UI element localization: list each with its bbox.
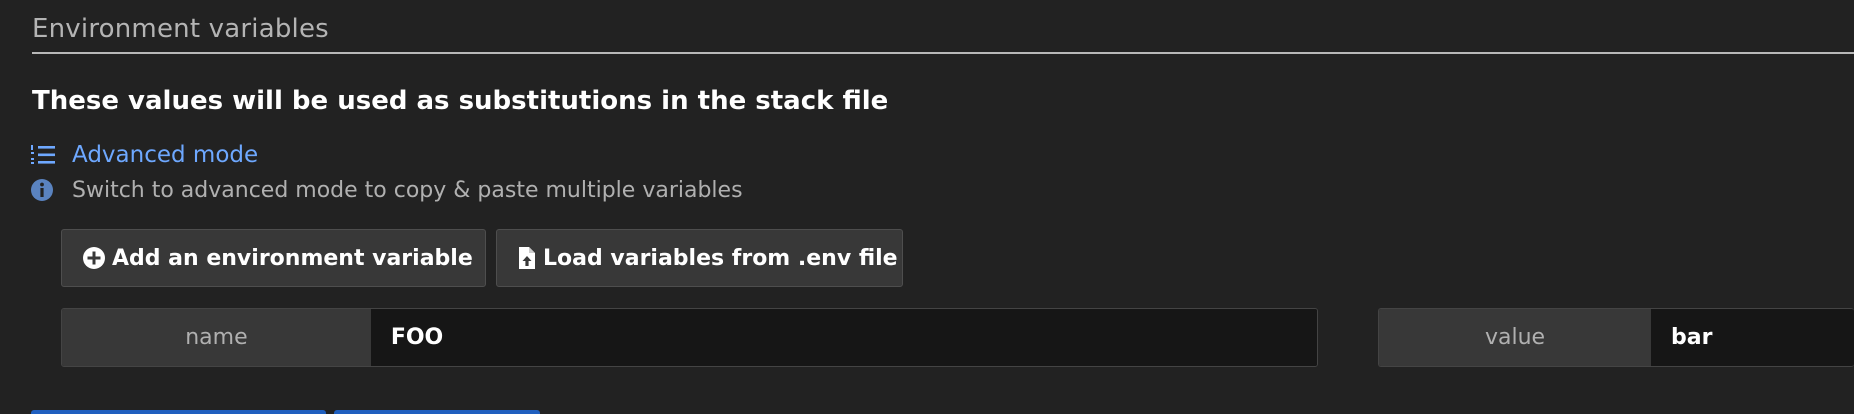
list-ordered-icon (30, 142, 56, 168)
secondary-action-button[interactable] (334, 410, 540, 414)
info-icon (30, 177, 56, 203)
file-upload-icon (517, 246, 537, 270)
advanced-mode-label: Advanced mode (72, 142, 259, 168)
variable-name-group: name (61, 308, 1318, 367)
load-env-file-button[interactable]: Load variables from .env file (496, 229, 903, 287)
variable-value-input[interactable] (1651, 309, 1854, 366)
advanced-mode-link[interactable]: Advanced mode (30, 140, 258, 170)
variable-value-addon: value (1379, 309, 1651, 366)
primary-action-button[interactable] (31, 410, 326, 414)
plus-circle-icon (82, 246, 106, 270)
section-title: Environment variables (32, 14, 329, 44)
variable-name-addon: name (62, 309, 371, 366)
variable-name-input[interactable] (370, 309, 1317, 366)
section-description: These values will be used as substitutio… (32, 86, 889, 116)
variable-value-group: value (1378, 308, 1854, 367)
load-env-file-label: Load variables from .env file (543, 245, 898, 271)
environment-variables-panel: Environment variables These values will … (0, 0, 1854, 414)
add-environment-variable-button[interactable]: Add an environment variable (61, 229, 486, 287)
section-divider (32, 52, 1854, 54)
advanced-mode-hint-text: Switch to advanced mode to copy & paste … (72, 177, 743, 203)
add-environment-variable-label: Add an environment variable (112, 245, 473, 271)
advanced-mode-hint: Switch to advanced mode to copy & paste … (30, 175, 743, 205)
